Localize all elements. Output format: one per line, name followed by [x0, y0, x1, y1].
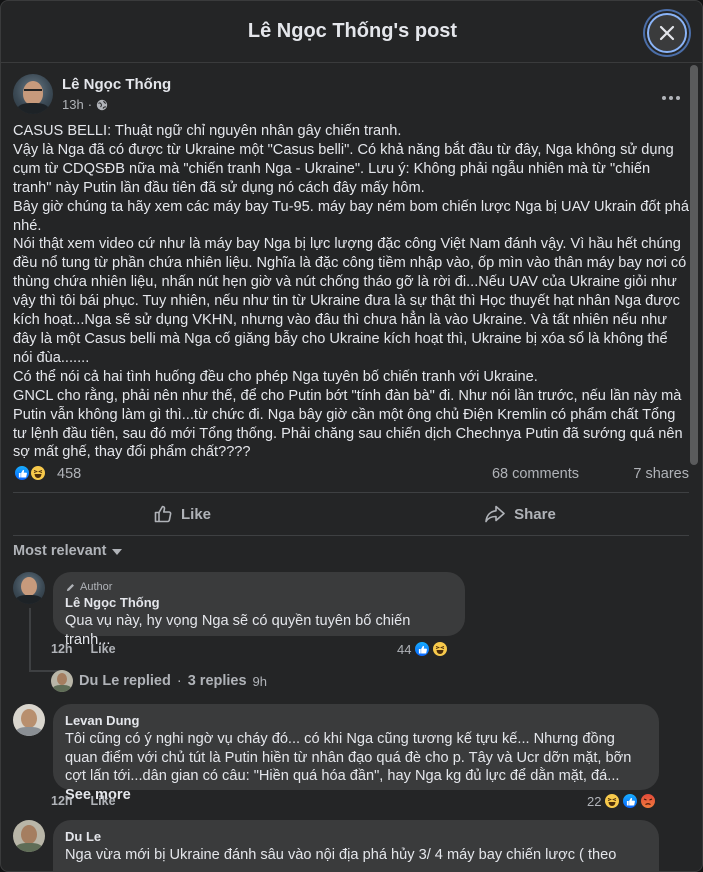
shares-count[interactable]: 7 shares — [633, 466, 689, 482]
post-paragraph: Có thể nói cả hai tình huống đều cho phé… — [13, 368, 538, 385]
comments-count[interactable]: 68 comments — [492, 466, 579, 482]
globe-icon — [96, 99, 108, 110]
comment-time[interactable]: 12h — [51, 794, 73, 808]
comment-item: Du Le Nga vừa mới bị Ukraine đánh sâu và… — [13, 820, 693, 871]
commenter-avatar[interactable] — [13, 572, 45, 604]
comment-text: Nga vừa mới bị Ukraine đánh sâu vào nội … — [65, 847, 617, 863]
replies-count: 3 replies — [187, 673, 247, 689]
commenter-name[interactable]: Du Le — [65, 828, 647, 846]
comment-time[interactable]: 12h — [51, 642, 73, 656]
replier-avatar — [51, 670, 73, 692]
post-author-name[interactable]: Lê Ngọc Thống — [62, 76, 171, 93]
author-badge: Author — [65, 580, 453, 594]
haha-reaction-icon — [431, 640, 450, 658]
post-scroll-area[interactable]: Lê Ngọc Thống 13h · CASUS BELLI: Thuật n… — [1, 64, 702, 871]
comment-item: Author Lê Ngọc Thống Qua vụ này, hy vọng… — [13, 572, 693, 682]
like-button-label: Like — [180, 505, 211, 523]
post-paragraph: GNCL cho rằng, phải nên như thế, để cho … — [13, 387, 683, 461]
thumbs-up-icon — [154, 505, 172, 523]
commenter-name[interactable]: Lê Ngọc Thống — [65, 594, 453, 612]
comment-text-body: Tôi cũng có ý nghi ngờ vụ cháy đó... có … — [65, 731, 632, 785]
commenter-avatar[interactable] — [13, 704, 45, 736]
thread-line — [29, 608, 31, 672]
author-avatar[interactable] — [13, 74, 53, 114]
sort-label: Most relevant — [13, 543, 107, 559]
post-modal: Lê Ngọc Thống's post Lê Ngọc Thống 13h · — [0, 0, 703, 872]
view-replies-link[interactable]: Du Le replied · 3 replies 9h — [51, 670, 267, 692]
angry-reaction-icon — [639, 792, 658, 810]
comment-like-button[interactable]: Like — [91, 794, 116, 808]
pen-icon — [66, 583, 74, 591]
replies-time: 9h — [252, 673, 268, 689]
more-options-button[interactable] — [661, 88, 681, 108]
reaction-icons[interactable] — [13, 464, 47, 482]
post-meta: 13h · — [62, 97, 108, 112]
post-paragraph: Vậy là Nga đã có được từ Ukraine một "Ca… — [13, 141, 674, 196]
comment-bubble: Du Le Nga vừa mới bị Ukraine đánh sâu và… — [53, 820, 659, 871]
comment-bubble: Levan Dung Tôi cũng có ý nghi ngờ vụ chá… — [53, 704, 659, 803]
post-paragraph: Nói thật xem video cứ như là máy bay Nga… — [13, 236, 687, 366]
comment-item: Levan Dung Tôi cũng có ý nghi ngờ vụ chá… — [13, 704, 693, 804]
replies-separator: · — [176, 673, 182, 689]
comment-reactions[interactable]: 22 — [587, 792, 658, 810]
like-reaction-icon — [621, 792, 640, 810]
author-badge-label: Author — [80, 581, 113, 593]
share-button-label: Share — [514, 505, 556, 523]
post-time[interactable]: 13h — [62, 97, 84, 112]
comment-reaction-count: 44 — [397, 641, 412, 657]
comment-bubble: Author Lê Ngọc Thống Qua vụ này, hy vọng… — [53, 572, 465, 648]
chevron-down-icon — [112, 549, 123, 555]
comment-sort-dropdown[interactable]: Most relevant — [13, 540, 123, 562]
post-paragraph: CASUS BELLI: Thuật ngữ chỉ nguyên nhân g… — [13, 123, 402, 139]
close-icon — [659, 25, 675, 41]
modal-header: Lê Ngọc Thống's post — [1, 1, 702, 63]
post-action-bar: Like Share — [13, 492, 689, 536]
comment-actions: 12h Like — [51, 642, 116, 656]
comment-text: Qua vụ này, hy vọng Nga sẽ có quyền tuyê… — [65, 613, 411, 648]
haha-reaction-icon — [603, 792, 622, 810]
haha-reaction-icon — [29, 464, 47, 482]
comment-like-button[interactable]: Like — [91, 642, 116, 656]
reaction-count[interactable]: 458 — [57, 466, 81, 482]
comment-reaction-count: 22 — [587, 793, 602, 809]
share-button[interactable]: Share — [351, 493, 689, 535]
reactions-summary: 458 68 comments 7 shares — [13, 463, 689, 487]
like-button[interactable]: Like — [13, 493, 351, 535]
modal-title: Lê Ngọc Thống's post — [247, 20, 458, 42]
commenter-name[interactable]: Levan Dung — [65, 712, 647, 730]
replier-name: Du Le replied — [79, 673, 171, 689]
like-reaction-icon — [413, 640, 432, 658]
close-button[interactable] — [647, 13, 687, 53]
more-options-icon — [662, 96, 666, 100]
comment-reactions[interactable]: 44 — [397, 640, 450, 658]
comment-actions: 12h Like — [51, 794, 116, 808]
post-paragraph: Bây giờ chúng ta hãy xem các máy bay Tu-… — [13, 198, 689, 234]
post-body: CASUS BELLI: Thuật ngữ chỉ nguyên nhân g… — [13, 122, 691, 462]
meta-separator: · — [87, 97, 93, 112]
commenter-avatar[interactable] — [13, 820, 45, 852]
comment-text: Tôi cũng có ý nghi ngờ vụ cháy đó... có … — [65, 730, 647, 805]
post-header: Lê Ngọc Thống 13h · — [13, 74, 683, 122]
share-icon — [485, 505, 505, 523]
